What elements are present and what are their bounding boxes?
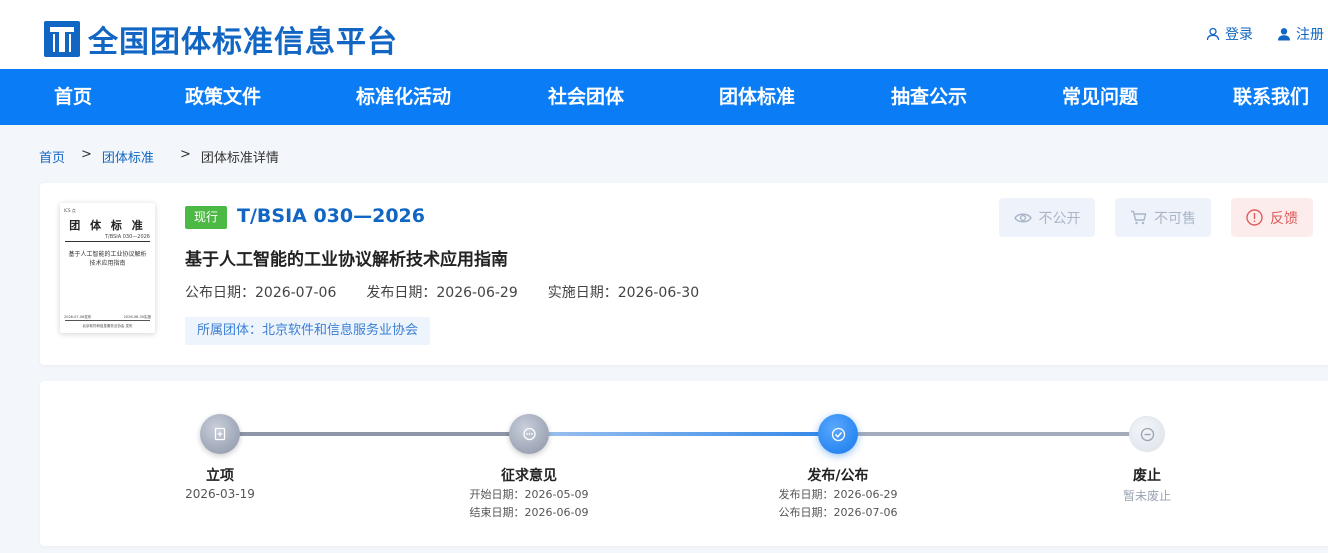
nav-item-standards[interactable]: 团体标准 <box>719 69 795 125</box>
progress-track <box>529 432 838 436</box>
step-label-comments: 征求意见 <box>501 468 557 484</box>
status-badge: 现行 <box>185 206 227 229</box>
minus-circle-icon <box>1140 427 1154 441</box>
breadcrumb-separator: > <box>81 147 92 162</box>
step-node-comments <box>509 414 549 454</box>
not-public-label: 不公开 <box>1038 210 1081 227</box>
step-publish-date: 发布日期：2026-06-29 <box>778 488 898 501</box>
breadcrumb-current: 团体标准详情 <box>200 151 279 166</box>
publish-date: 发布日期：2026-06-29 <box>366 285 518 301</box>
check-circle-icon <box>831 427 845 441</box>
nav-item-contact[interactable]: 联系我们 <box>1233 69 1309 125</box>
main-nav: 首页 政策文件 标准化活动 社会团体 团体标准 抽查公示 常见问题 联系我们 <box>0 69 1328 125</box>
logo-icon <box>44 21 80 57</box>
nav-item-activities[interactable]: 标准化活动 <box>356 69 451 125</box>
nav-item-faq[interactable]: 常见问题 <box>1062 69 1138 125</box>
standard-cover-thumbnail[interactable]: ICS 点 团 体 标 准 T/BSIA 030—2026 基于人工智能的工业协… <box>60 203 155 333</box>
cover-title: 团 体 标 准 <box>69 219 146 232</box>
register-label: 注册 <box>1296 27 1324 43</box>
implement-date: 实施日期：2026-06-30 <box>547 285 700 301</box>
eye-icon <box>1013 213 1032 222</box>
site-header: 全国团体标准信息平台 登录 注册 <box>0 0 1328 69</box>
nav-item-inspection[interactable]: 抽查公示 <box>891 69 967 125</box>
nav-item-home[interactable]: 首页 <box>54 69 92 125</box>
step-label-initiation: 立项 <box>206 468 234 484</box>
step-label-published: 发布/公布 <box>807 468 869 484</box>
user-filled-icon <box>1278 28 1290 41</box>
lifecycle-progress-card: 立项 2026-03-19 征求意见 开始日期：2026-05-09 结束日期：… <box>40 381 1328 546</box>
auth-links: 登录 注册 <box>1182 24 1324 44</box>
cover-code: T/BSIA 030—2026 <box>104 234 150 240</box>
announce-date: 公布日期：2026-07-06 <box>185 285 337 301</box>
login-link[interactable]: 登录 <box>1206 24 1253 44</box>
login-label: 登录 <box>1225 27 1253 43</box>
progress-track <box>838 432 1147 436</box>
nav-item-policy[interactable]: 政策文件 <box>185 69 261 125</box>
user-outline-icon <box>1206 27 1220 41</box>
cover-org: 北京软件和信息服务业协会 发布 <box>82 324 133 328</box>
not-for-sale-button[interactable]: 不可售 <box>1115 198 1211 237</box>
step-node-initiation <box>200 414 240 454</box>
breadcrumb-separator: > <box>179 147 191 162</box>
site-title: 全国团体标准信息平台 <box>88 25 398 60</box>
nav-item-organizations[interactable]: 社会团体 <box>548 69 624 125</box>
breadcrumb-standards[interactable]: 团体标准 <box>102 147 154 166</box>
feedback-label: 反馈 <box>1270 210 1298 227</box>
feedback-button[interactable]: 反馈 <box>1231 198 1313 237</box>
site-logo[interactable]: 全国团体标准信息平台 <box>44 17 398 61</box>
breadcrumb: 首页 > 团体标准 > 团体标准详情 <box>39 147 279 166</box>
cover-ics: ICS 点 <box>64 208 76 213</box>
organization-tag[interactable]: 所属团体：北京软件和信息服务业协会 <box>185 317 431 345</box>
step-announce-date: 公布日期：2026-07-06 <box>778 506 898 519</box>
step-node-abolished <box>1129 416 1165 452</box>
step-date-initiation: 2026-03-19 <box>185 487 255 501</box>
standard-info-card: ICS 点 团 体 标 准 T/BSIA 030—2026 基于人工智能的工业协… <box>40 183 1328 365</box>
alert-circle-icon <box>1246 209 1263 226</box>
step-status-abolished: 暂未废止 <box>1122 489 1171 503</box>
cover-name: 基于人工智能的工业协议解析技术应用指南 <box>68 251 147 267</box>
register-link[interactable]: 注册 <box>1277 24 1324 44</box>
not-public-button[interactable]: 不公开 <box>999 198 1095 237</box>
chat-icon <box>522 427 536 440</box>
standard-dates: 公布日期：2026-07-06 发布日期：2026-06-29 实施日期：202… <box>185 282 729 302</box>
breadcrumb-home[interactable]: 首页 <box>39 147 65 166</box>
document-add-icon <box>214 427 226 441</box>
progress-track <box>220 432 529 436</box>
standard-name: 基于人工智能的工业协议解析技术应用指南 <box>185 250 508 270</box>
step-end-date: 结束日期：2026-06-09 <box>469 506 589 519</box>
cart-icon <box>1131 210 1147 225</box>
step-label-abolished: 废止 <box>1133 468 1161 484</box>
step-start-date: 开始日期：2026-05-09 <box>469 488 589 501</box>
standard-code: T/BSIA 030—2026 <box>237 205 425 227</box>
step-node-published <box>818 414 858 454</box>
not-for-sale-label: 不可售 <box>1154 210 1196 227</box>
